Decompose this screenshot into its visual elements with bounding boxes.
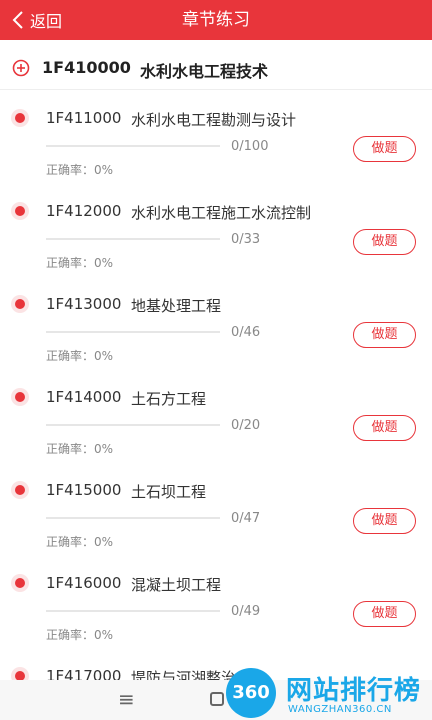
list-item[interactable]: 1F416000 混凝土坝工程 0/49 正确率：0% 做题: [0, 568, 432, 661]
section-name: 水利水电工程勘测与设计: [131, 111, 297, 129]
list-item[interactable]: 1F412000 水利水电工程施工水流控制 0/33 正确率：0% 做题: [0, 196, 432, 289]
bullet-dot-icon: [11, 109, 29, 127]
menu-icon[interactable]: ≡: [118, 687, 135, 711]
section-code: 1F416000: [46, 574, 122, 592]
accuracy-text: 正确率：0%: [46, 442, 114, 456]
bullet-dot-icon: [11, 481, 29, 499]
accuracy-text: 正确率：0%: [46, 349, 114, 363]
expand-plus-icon[interactable]: [12, 59, 30, 77]
chapter-header[interactable]: 1F410000 水利水电工程技术: [0, 46, 432, 90]
practice-button[interactable]: 做题: [353, 508, 416, 534]
section-code: 1F415000: [46, 481, 122, 499]
progress-bar: [46, 610, 220, 612]
practice-button[interactable]: 做题: [353, 229, 416, 255]
progress-count: 0/49: [231, 604, 261, 619]
practice-button[interactable]: 做题: [353, 322, 416, 348]
progress-count: 0/20: [231, 418, 261, 433]
section-name: 地基处理工程: [131, 297, 222, 315]
progress-bar: [46, 238, 220, 240]
top-bar: 返回 章节练习: [0, 0, 432, 40]
progress-count: 0/33: [231, 232, 261, 247]
practice-button[interactable]: 做题: [353, 136, 416, 162]
section-name: 土石坝工程: [131, 483, 207, 501]
chapter-name: 水利水电工程技术: [140, 62, 269, 81]
section-name: 水利水电工程施工水流控制: [131, 204, 312, 222]
bullet-dot-icon: [11, 574, 29, 592]
section-code: 1F411000: [46, 109, 122, 127]
progress-count: 0/47: [231, 511, 261, 526]
practice-button[interactable]: 做题: [353, 415, 416, 441]
watermark-subtext: WANGZHAN360.CN: [288, 704, 392, 715]
section-code: 1F414000: [46, 388, 122, 406]
bullet-dot-icon: [11, 295, 29, 313]
home-icon[interactable]: [210, 692, 224, 706]
progress-bar: [46, 517, 220, 519]
bullet-dot-icon: [11, 388, 29, 406]
list-item[interactable]: 1F413000 地基处理工程 0/46 正确率：0% 做题: [0, 289, 432, 382]
progress-bar: [46, 331, 220, 333]
section-code: 1F413000: [46, 295, 122, 313]
progress-bar: [46, 424, 220, 426]
bullet-dot-icon: [11, 202, 29, 220]
accuracy-text: 正确率：0%: [46, 535, 114, 549]
section-code: 1F412000: [46, 202, 122, 220]
accuracy-text: 正确率：0%: [46, 163, 114, 177]
watermark-logo: 360: [226, 668, 276, 718]
accuracy-text: 正确率：0%: [46, 628, 114, 642]
list-item[interactable]: 1F411000 水利水电工程勘测与设计 0/100 正确率：0% 做题: [0, 103, 432, 196]
progress-count: 0/100: [231, 139, 269, 154]
list-item[interactable]: 1F414000 土石方工程 0/20 正确率：0% 做题: [0, 382, 432, 475]
chapter-code: 1F410000: [42, 58, 131, 77]
section-name: 混凝土坝工程: [131, 576, 222, 594]
watermark: 360 网站排行榜 WANGZHAN360.CN: [226, 668, 432, 720]
practice-button[interactable]: 做题: [353, 601, 416, 627]
accuracy-text: 正确率：0%: [46, 256, 114, 270]
progress-bar: [46, 145, 220, 147]
section-name: 土石方工程: [131, 390, 207, 408]
watermark-text: 网站排行榜: [286, 676, 422, 706]
page-title: 章节练习: [182, 10, 250, 30]
list-item[interactable]: 1F415000 土石坝工程 0/47 正确率：0% 做题: [0, 475, 432, 568]
progress-count: 0/46: [231, 325, 261, 340]
